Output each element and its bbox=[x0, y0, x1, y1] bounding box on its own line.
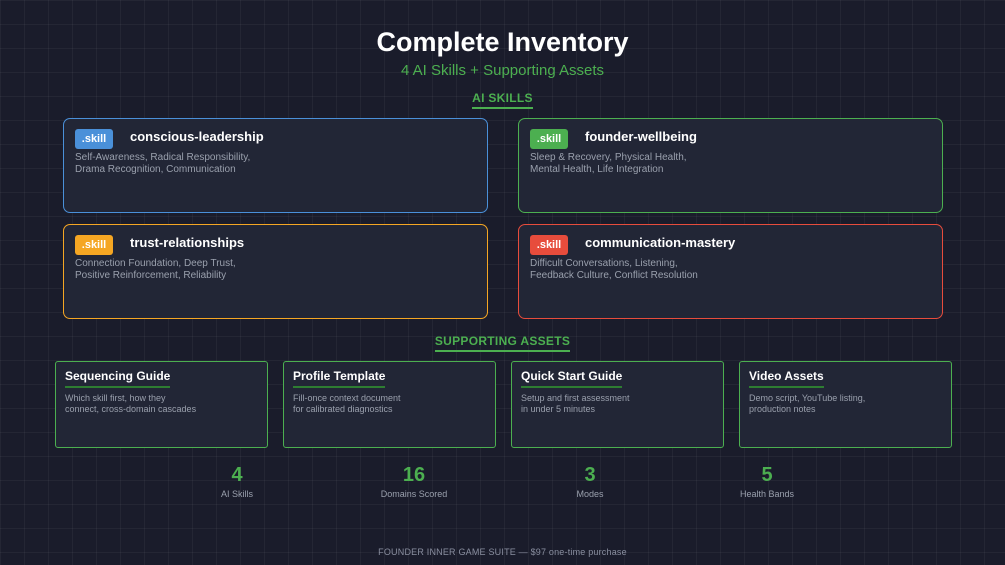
stat-label: Modes bbox=[576, 489, 604, 499]
page-subtitle: 4 AI Skills + Supporting Assets bbox=[400, 62, 605, 79]
skill-badge: .skill bbox=[530, 235, 568, 255]
skill-name: conscious-leadership bbox=[130, 129, 264, 144]
stat-label: Health Bands bbox=[739, 489, 795, 499]
skill-card-communication-mastery[interactable]: .skill communication-mastery Difficult C… bbox=[518, 224, 943, 319]
ai-skills-heading: AI SKILLS bbox=[0, 91, 1005, 109]
stat-health-bands: 5 Health Bands bbox=[697, 463, 837, 499]
asset-title: Sequencing Guide bbox=[65, 369, 171, 388]
page-title: Complete Inventory bbox=[376, 27, 629, 57]
asset-card-profile-template[interactable]: Profile Template Fill-once context docum… bbox=[283, 361, 496, 448]
asset-description: Setup and first assessment in under 5 mi… bbox=[521, 393, 630, 414]
asset-card-video-assets[interactable]: Video Assets Demo script, YouTube listin… bbox=[739, 361, 952, 448]
skill-card-trust-relationships[interactable]: .skill trust-relationships Connection Fo… bbox=[63, 224, 488, 319]
stat-value: 16 bbox=[402, 464, 426, 486]
stat-value: 3 bbox=[584, 464, 596, 486]
asset-title: Video Assets bbox=[749, 369, 824, 388]
supporting-assets-heading: SUPPORTING ASSETS bbox=[0, 334, 1005, 352]
skill-badge: .skill bbox=[75, 235, 113, 255]
skill-name: communication-mastery bbox=[585, 235, 736, 250]
stat-modes: 3 Modes bbox=[520, 463, 660, 499]
skill-name: trust-relationships bbox=[130, 235, 245, 250]
footer: FOUNDER INNER GAME SUITE — $97 one-time … bbox=[378, 547, 627, 557]
skill-name: founder-wellbeing bbox=[585, 129, 697, 144]
skill-description: Sleep & Recovery, Physical Health, Menta… bbox=[530, 152, 687, 175]
stat-label: Domains Scored bbox=[380, 489, 448, 499]
skill-description: Difficult Conversations, Listening, Feed… bbox=[530, 258, 698, 281]
stat-label: AI Skills bbox=[220, 489, 253, 499]
skill-badge: .skill bbox=[530, 129, 568, 149]
stat-domains-scored: 16 Domains Scored bbox=[344, 463, 484, 499]
asset-description: Which skill first, how they connect, cro… bbox=[65, 393, 197, 414]
skill-description: Connection Foundation, Deep Trust, Posit… bbox=[75, 258, 236, 281]
skill-description: Self-Awareness, Radical Responsibility, … bbox=[75, 152, 251, 175]
stat-value: 5 bbox=[761, 464, 773, 486]
asset-description: Fill-once context document for calibrate… bbox=[293, 393, 401, 414]
skill-badge: .skill bbox=[75, 129, 113, 149]
stat-ai-skills: 4 AI Skills bbox=[167, 463, 307, 499]
asset-title: Profile Template bbox=[293, 369, 386, 388]
asset-card-quick-start-guide[interactable]: Quick Start Guide Setup and first assess… bbox=[511, 361, 724, 448]
asset-title: Quick Start Guide bbox=[521, 369, 623, 388]
skill-card-founder-wellbeing[interactable]: .skill founder-wellbeing Sleep & Recover… bbox=[518, 118, 943, 213]
stat-value: 4 bbox=[231, 464, 243, 486]
asset-card-sequencing-guide[interactable]: Sequencing Guide Which skill first, how … bbox=[55, 361, 268, 448]
skill-card-conscious-leadership[interactable]: .skill conscious-leadership Self-Awarene… bbox=[63, 118, 488, 213]
asset-description: Demo script, YouTube listing, production… bbox=[749, 393, 866, 414]
